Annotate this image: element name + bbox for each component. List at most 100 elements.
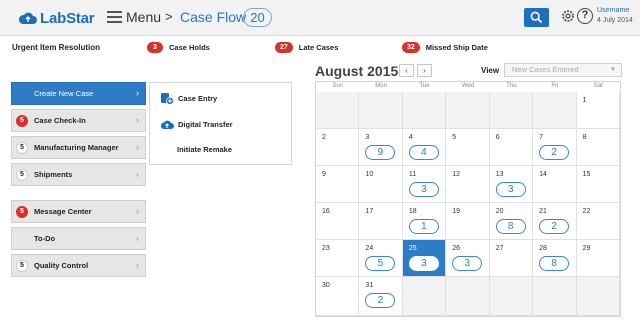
menu-icon[interactable]	[107, 11, 122, 23]
calendar-day[interactable]: 14	[533, 166, 577, 203]
day-number: 29	[582, 245, 591, 252]
chevron-right-icon: ›	[136, 169, 139, 179]
case-count-pill[interactable]: 8	[495, 219, 526, 234]
calendar-empty-cell	[359, 92, 403, 129]
calendar-day[interactable]: 31 2	[359, 277, 403, 316]
digital-transfer-label: Digital Transfer	[178, 120, 233, 129]
case-count-pill[interactable]: 3	[495, 182, 526, 197]
day-number: 6	[495, 134, 500, 141]
calendar-day[interactable]: 28 8	[533, 240, 577, 277]
calendar-day[interactable]: 9	[316, 166, 360, 203]
calendar-day[interactable]: 10	[359, 166, 403, 203]
calendar-day[interactable]: 23	[316, 240, 360, 277]
calendar-day[interactable]: 16	[316, 203, 360, 240]
calendar-day[interactable]: 17	[359, 203, 403, 240]
missed-ship-date-label: Missed Ship Date	[425, 43, 488, 52]
weekday-label: Fri	[551, 83, 559, 89]
sidebar-item-case-check-in[interactable]: 5 Case Check-In ›	[11, 109, 146, 132]
calendar-day[interactable]: 8	[576, 129, 620, 166]
calendar-day[interactable]: 39	[359, 129, 403, 166]
case-count-pill[interactable]: 1	[408, 219, 439, 234]
case-count-pill[interactable]: 2	[539, 219, 570, 234]
calendar-day[interactable]: 72	[533, 129, 577, 166]
calendar-day[interactable]: 2	[316, 129, 360, 166]
day-number: 17	[365, 208, 374, 215]
calendar-empty-cell	[446, 92, 490, 129]
calendar-day[interactable]: 5	[446, 129, 490, 166]
calendar-day[interactable]: 22	[576, 203, 620, 240]
logo[interactable]: LabStar	[18, 8, 95, 28]
sidebar-item-shipments[interactable]: 5 Shipments ›	[11, 163, 146, 186]
case-count-badge: 20	[243, 8, 272, 27]
sidebar-item-quality-control[interactable]: 5 Quality Control ›	[11, 254, 146, 277]
calendar-empty-cell	[533, 277, 577, 316]
weekday-label: Tue	[419, 83, 430, 89]
calendar-day[interactable]: 13 3	[489, 166, 534, 203]
calendar-day[interactable]: 27	[489, 240, 534, 277]
digital-transfer-item[interactable]: Digital Transfer	[160, 118, 233, 131]
late-cases-item[interactable]: 27 Late Cases	[275, 42, 338, 53]
calendar-day[interactable]: 12	[446, 166, 490, 203]
menu-label[interactable]: Menu	[126, 9, 161, 25]
day-number: 13	[495, 171, 504, 178]
calendar-day[interactable]: 20 8	[489, 203, 534, 240]
sidebar-item-label: Case Check-In	[34, 116, 86, 125]
sidebar-item-message-center[interactable]: 5 Message Center ›	[11, 200, 146, 223]
case-holds-count: 3	[147, 42, 163, 53]
case-count-pill[interactable]: 3	[408, 256, 439, 271]
view-select[interactable]: New Cases Entered ▼	[504, 63, 622, 77]
calendar-day[interactable]: 26 3	[446, 240, 490, 277]
calendar-day[interactable]: 18 1	[402, 203, 447, 240]
case-count-pill[interactable]: 4	[408, 145, 439, 160]
calendar-day[interactable]: 21 2	[533, 203, 577, 240]
initiate-remake-item[interactable]: Initiate Remake	[177, 145, 232, 154]
weekday-label: Sat	[593, 83, 603, 89]
count-badge: 5	[16, 260, 28, 272]
top-bar: LabStar Menu > Case Flow 20 ? Username 4…	[0, 0, 640, 36]
username-link[interactable]: Username	[597, 7, 629, 14]
day-number: 9	[322, 171, 326, 178]
calendar-day[interactable]: 6	[489, 129, 534, 166]
calendar-day[interactable]: 11 3	[402, 166, 447, 203]
case-count-pill[interactable]: 8	[539, 256, 570, 271]
calendar-day[interactable]: 15	[576, 166, 620, 203]
day-number: 5	[452, 134, 457, 141]
missed-ship-date-item[interactable]: 32 Missed Ship Date	[402, 42, 488, 53]
gear-icon[interactable]	[561, 9, 575, 23]
case-count-pill[interactable]: 3	[408, 182, 439, 197]
calendar-day[interactable]: 24 5	[359, 240, 403, 277]
day-number: 8	[582, 134, 587, 141]
calendar-day[interactable]: 44	[402, 129, 447, 166]
calendar-day[interactable]: 30	[316, 277, 360, 316]
help-icon[interactable]: ?	[577, 8, 593, 24]
missed-ship-date-count: 32	[402, 42, 420, 53]
case-holds-item[interactable]: 3 Case Holds	[147, 42, 210, 53]
day-number: 21	[539, 208, 547, 215]
cloud-icon	[18, 12, 37, 24]
weekday-label: Wed	[461, 83, 475, 89]
calendar-day[interactable]: 25 3	[402, 240, 447, 277]
sidebar-item-manufacturing-manager[interactable]: 5 Manufacturing Manager ›	[11, 136, 146, 159]
sidebar-item-to-do[interactable]: To-Do ›	[11, 227, 146, 250]
chevron-down-icon: ▼	[610, 67, 616, 73]
next-month-button[interactable]: ›	[417, 64, 432, 77]
calendar-day[interactable]: 1	[576, 92, 620, 129]
calendar-day[interactable]: 29	[576, 240, 620, 277]
case-count-pill[interactable]: 5	[365, 256, 396, 271]
case-count-pill[interactable]: 2	[365, 293, 396, 308]
case-count-pill[interactable]: 9	[365, 145, 396, 160]
search-button[interactable]	[524, 8, 549, 27]
initiate-remake-label: Initiate Remake	[177, 145, 233, 154]
day-number: 3	[365, 134, 370, 141]
sidebar-item-create-new-case[interactable]: Create New Case ›	[11, 82, 146, 105]
day-number: 15	[582, 171, 591, 178]
case-count-pill[interactable]: 3	[452, 256, 483, 271]
day-number: 28	[539, 245, 547, 252]
case-entry-item[interactable]: Case Entry	[160, 92, 217, 105]
count-badge: 5	[16, 142, 28, 154]
prev-month-button[interactable]: ‹	[399, 64, 414, 77]
calendar-empty-cell	[489, 277, 534, 316]
case-count-pill[interactable]: 2	[539, 145, 570, 160]
sidebar-item-label: Shipments	[34, 170, 73, 179]
calendar-day[interactable]: 19	[446, 203, 490, 240]
